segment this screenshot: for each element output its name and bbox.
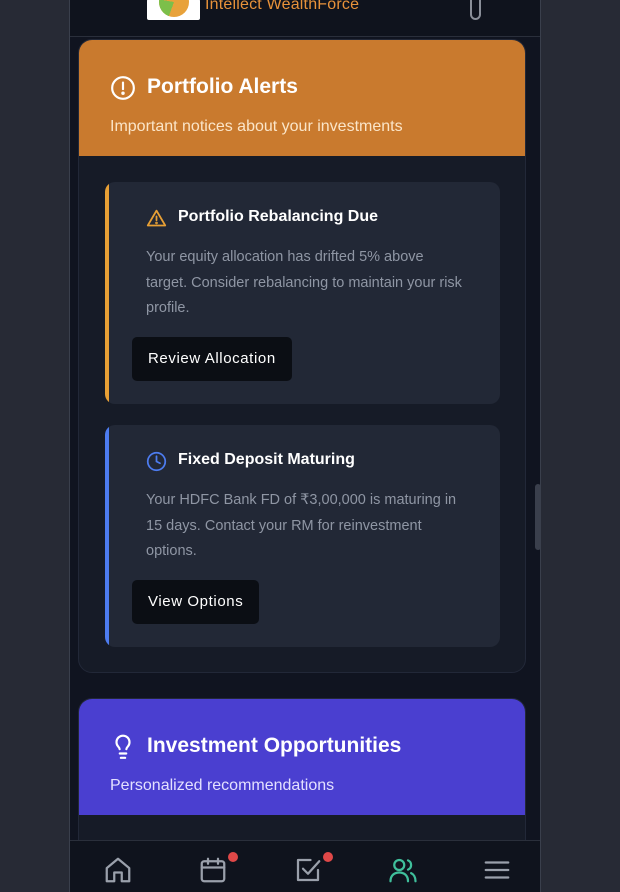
brand-logo [147, 0, 200, 20]
view-options-button[interactable]: View Options [132, 580, 260, 624]
nav-menu[interactable] [482, 855, 512, 885]
lightbulb-icon [115, 734, 131, 759]
investment-opportunities-card: Investment Opportunities Personalized re… [78, 698, 526, 840]
alert-body: Your equity allocation has drifted 5% ab… [146, 249, 462, 316]
alert-accent-bar [105, 425, 109, 647]
nav-tasks[interactable] [293, 852, 333, 885]
alerts-title: Portfolio Alerts [147, 75, 298, 98]
opportunities-header: Investment Opportunities Personalized re… [79, 699, 525, 815]
app-screen: Intellect WealthForce Portfolio Alerts I… [69, 0, 541, 892]
alert-fd-maturing: Fixed Deposit Maturing Your HDFC Bank FD… [105, 425, 500, 647]
toggle-icon[interactable] [470, 0, 481, 20]
calendar-icon [200, 857, 226, 883]
alerts-header: Portfolio Alerts Important notices about… [79, 40, 525, 156]
warning-triangle-icon [146, 209, 167, 227]
scrollbar[interactable] [535, 484, 540, 550]
opportunities-subtitle: Personalized recommendations [110, 777, 335, 794]
portfolio-alerts-card: Portfolio Alerts Important notices about… [78, 39, 526, 673]
opportunities-title: Investment Opportunities [147, 734, 402, 757]
tasks-icon [296, 858, 321, 882]
notification-badge [228, 852, 238, 862]
review-allocation-button[interactable]: Review Allocation [132, 337, 292, 381]
clients-icon [389, 858, 417, 883]
nav-calendar[interactable] [198, 852, 238, 885]
alert-title: Fixed Deposit Maturing [178, 451, 355, 468]
nav-clients[interactable] [388, 855, 418, 885]
alert-rebalancing: Portfolio Rebalancing Due Your equity al… [105, 182, 500, 404]
notification-badge [323, 852, 333, 862]
alerts-subtitle: Important notices about your investments [110, 118, 403, 135]
menu-icon [484, 861, 510, 879]
alert-circle-icon [111, 76, 135, 100]
nav-home[interactable] [103, 855, 133, 885]
top-bar: Intellect WealthForce [70, 0, 540, 37]
brand-name: Intellect WealthForce [205, 0, 360, 13]
alert-body: Your HDFC Bank FD of ₹3,00,000 is maturi… [146, 492, 457, 559]
home-icon [105, 857, 131, 883]
clock-icon [146, 451, 167, 472]
alert-title: Portfolio Rebalancing Due [178, 208, 379, 225]
alert-accent-bar [105, 182, 109, 404]
main-content: Portfolio Alerts Important notices about… [70, 37, 540, 840]
bottom-nav [70, 840, 540, 892]
